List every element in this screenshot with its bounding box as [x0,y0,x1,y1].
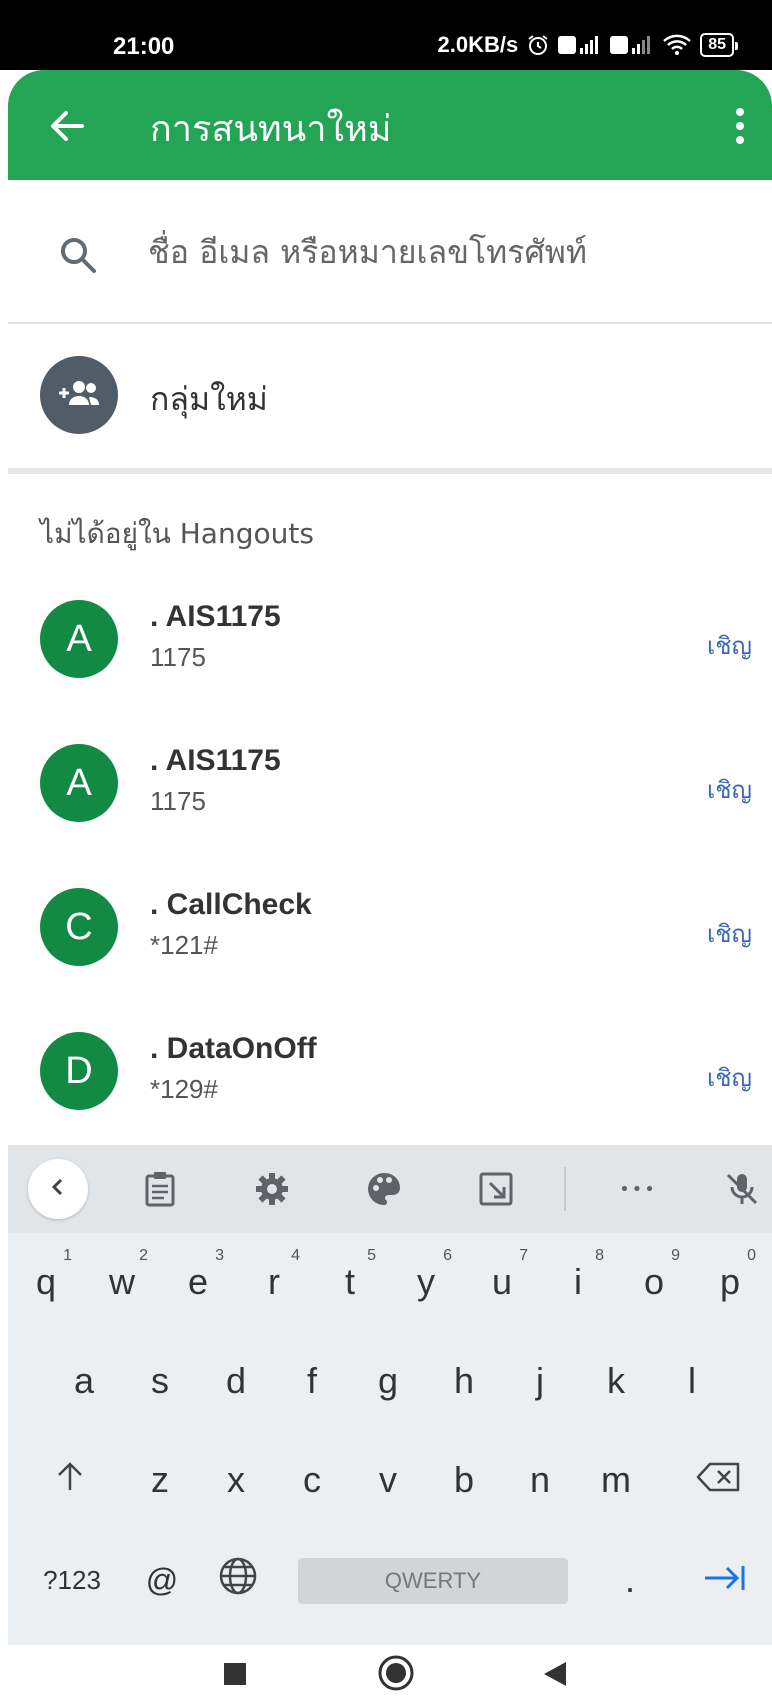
toolbar-separator [564,1167,566,1211]
period-key[interactable]: . [600,1535,660,1625]
key-b[interactable]: b [434,1435,494,1525]
search-icon [58,235,98,275]
search-input[interactable] [148,222,748,282]
recents-square-icon[interactable] [220,1659,250,1689]
invite-button[interactable]: เชิญ [707,914,752,953]
contact-number: 1175 [150,642,206,672]
contact-avatar: A [40,600,118,678]
contact-number: *121# [150,930,218,960]
add-group-icon [55,377,103,413]
shift-arrow-icon [55,1459,85,1501]
spacebar[interactable]: QWERTY [298,1558,568,1604]
contact-number: 1175 [150,786,206,816]
more-dots-icon[interactable]: ••• [608,1167,668,1211]
backspace-icon [696,1459,740,1501]
key-q[interactable]: q1 [16,1237,76,1327]
mic-off-icon[interactable] [720,1167,764,1211]
contact-avatar: D [40,1032,118,1110]
key-t[interactable]: t5 [320,1237,380,1327]
more-options-icon[interactable] [728,104,752,148]
key-j[interactable]: j [510,1336,570,1426]
new-group-label: กลุ่มใหม่ [150,380,268,418]
key-k[interactable]: k [586,1336,646,1426]
back-arrow-icon[interactable] [44,103,90,149]
contact-row[interactable]: A . AIS1175 1175 เชิญ [8,596,772,736]
new-group-row[interactable]: กลุ่มใหม่ [8,326,772,468]
key-e[interactable]: e3 [168,1237,228,1327]
key-f[interactable]: f [282,1336,342,1426]
chevron-left-icon [48,1177,68,1201]
network-speed: 2.0KB/s [437,32,519,57]
contact-name: . CallCheck [150,888,312,921]
keyboard: ••• q1 w2 e3 r4 t5 y6 u7 i8 o9 p0 a s d … [8,1145,772,1645]
status-icons: 2.0KB/s 85 [437,32,738,58]
clipboard-icon[interactable] [138,1167,182,1211]
contact-name: . DataOnOff [150,1032,317,1065]
contact-name: . AIS1175 [150,600,281,633]
wifi-icon [662,33,692,57]
key-l[interactable]: l [662,1336,722,1426]
at-key[interactable]: @ [132,1535,192,1625]
volte-signal-icon [558,34,602,56]
contact-avatar: C [40,888,118,966]
key-w[interactable]: w2 [92,1237,152,1327]
page-title: การสนทนาใหม่ [150,109,392,150]
backspace-key[interactable] [678,1435,758,1525]
invite-button[interactable]: เชิญ [707,1058,752,1097]
contact-number: *129# [150,1074,218,1104]
tab-arrow-icon [703,1559,747,1601]
key-r[interactable]: r4 [244,1237,304,1327]
status-bar: 21:00 2.0KB/s 85 [0,0,772,70]
collapse-toolbar-button[interactable] [28,1159,88,1219]
keyboard-toolbar: ••• [8,1145,772,1233]
key-g[interactable]: g [358,1336,418,1426]
home-circle-icon[interactable] [376,1653,416,1693]
invite-button[interactable]: เชิญ [707,626,752,665]
battery-icon: 85 [700,33,738,57]
new-group-avatar [40,356,118,434]
key-i[interactable]: i8 [548,1237,608,1327]
globe-icon [218,1556,258,1605]
volte-signal-icon-2 [610,34,654,56]
key-n[interactable]: n [510,1435,570,1525]
language-key[interactable] [208,1535,268,1625]
key-a[interactable]: a [54,1336,114,1426]
contact-avatar: A [40,744,118,822]
shift-key[interactable] [30,1435,110,1525]
search-row [8,180,772,324]
system-nav-bar [0,1645,772,1702]
status-time: 21:00 [113,33,175,60]
key-d[interactable]: d [206,1336,266,1426]
key-z[interactable]: z [130,1435,190,1525]
key-y[interactable]: y6 [396,1237,456,1327]
key-m[interactable]: m [586,1435,646,1525]
key-x[interactable]: x [206,1435,266,1525]
one-handed-mode-icon[interactable] [474,1167,518,1211]
section-header: ไม่ได้อยู่ใน Hangouts [40,517,314,550]
key-h[interactable]: h [434,1336,494,1426]
contact-row[interactable]: A . AIS1175 1175 เชิญ [8,740,772,880]
key-p[interactable]: p0 [700,1237,760,1327]
invite-button[interactable]: เชิญ [707,770,752,809]
contact-row[interactable]: C . CallCheck *121# เชิญ [8,884,772,1024]
app-bar: การสนทนาใหม่ [8,70,772,180]
key-v[interactable]: v [358,1435,418,1525]
alarm-icon [526,33,550,57]
back-triangle-icon[interactable] [540,1659,570,1689]
theme-palette-icon[interactable] [362,1167,406,1211]
section-divider [8,468,772,474]
key-s[interactable]: s [130,1336,190,1426]
symbols-key[interactable]: ?123 [32,1535,112,1625]
enter-key[interactable] [690,1535,760,1625]
settings-gear-icon[interactable] [250,1167,294,1211]
key-c[interactable]: c [282,1435,342,1525]
contact-name: . AIS1175 [150,744,281,777]
key-o[interactable]: o9 [624,1237,684,1327]
key-u[interactable]: u7 [472,1237,532,1327]
